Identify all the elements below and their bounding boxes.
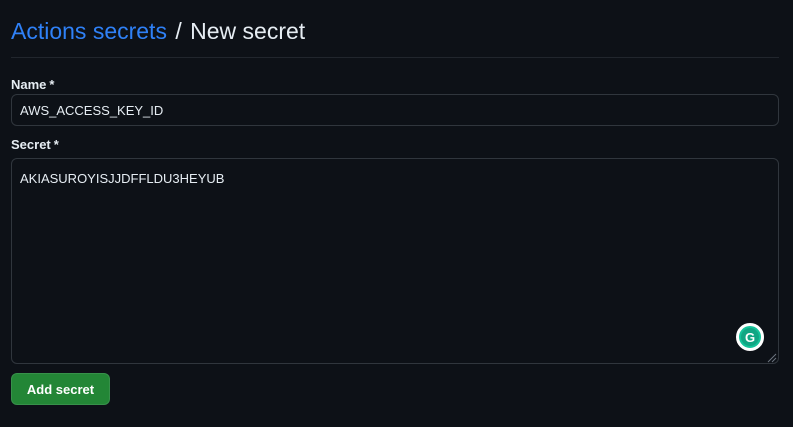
secret-label: Secret *	[11, 136, 59, 154]
breadcrumb-separator: /	[175, 18, 182, 44]
grammarly-glyph: G	[741, 328, 759, 346]
secret-required-marker: *	[53, 137, 59, 152]
resize-handle-icon[interactable]	[765, 351, 777, 363]
breadcrumb-actions-secrets-link[interactable]: Actions secrets	[11, 18, 167, 44]
secret-textarea[interactable]: AKIASUROYISJJDFFLDU3HEYUB	[11, 158, 779, 364]
secret-label-text: Secret	[11, 137, 51, 152]
name-required-marker: *	[49, 77, 55, 92]
page-header: Actions secrets / New secret	[11, 16, 305, 46]
header-divider	[11, 57, 779, 58]
page-title: New secret	[190, 18, 306, 44]
name-label-text: Name	[11, 77, 47, 92]
name-label: Name *	[11, 76, 54, 94]
add-secret-button[interactable]: Add secret	[11, 373, 110, 405]
name-input[interactable]	[11, 94, 779, 126]
grammarly-icon[interactable]: G	[736, 323, 764, 351]
